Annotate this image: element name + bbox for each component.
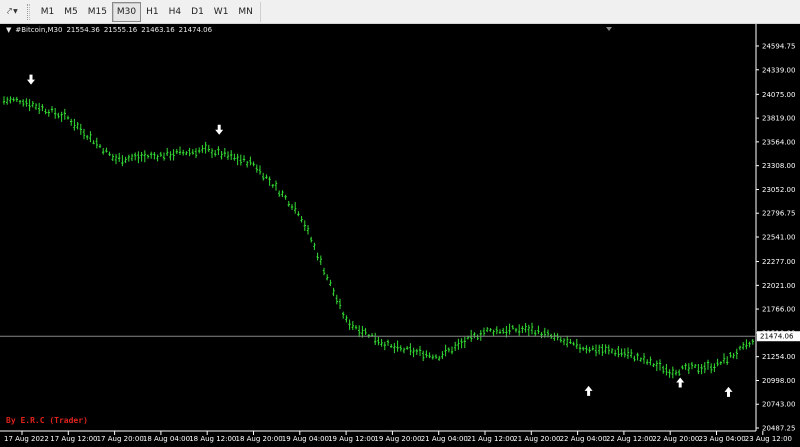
y-tick-label: 24594.75 [762, 43, 795, 51]
buy-arrow-icon [676, 377, 685, 388]
timeframe-button-w1[interactable]: W1 [209, 2, 234, 22]
buy-arrow-icon-shape [676, 377, 685, 388]
timeframe-button-m30[interactable]: M30 [111, 1, 142, 22]
sell-arrow-icon-shape [27, 74, 35, 85]
y-tick-label: 24339.00 [762, 66, 795, 74]
x-tick-label: 17 Aug 20:00 [97, 435, 144, 443]
y-tick-label: 20743.00 [762, 401, 795, 409]
x-tick-label: 21 Aug 04:00 [421, 435, 468, 443]
drawing-tools-button[interactable]: ⤤ ▼ [4, 2, 21, 22]
x-tick-label: 22 Aug 20:00 [652, 435, 699, 443]
chart-symbol: #Bitcoin,M30 [15, 26, 63, 34]
x-tick-label: 18 Aug 20:00 [236, 435, 283, 443]
y-tick-label: 23819.00 [762, 115, 795, 123]
author-watermark: By E.R.C (Trader) [6, 416, 88, 425]
chart-header: ▼ #Bitcoin,M30 21554.36 21555.16 21463.1… [6, 26, 212, 34]
y-tick-label: 22021.00 [762, 282, 795, 290]
buy-arrow-icon [584, 385, 593, 396]
x-tick-label: 22 Aug 04:00 [560, 435, 607, 443]
toolbar-separator [259, 1, 261, 22]
timeframe-button-mn[interactable]: MN [233, 2, 258, 22]
y-tick-label: 22277.00 [762, 258, 795, 266]
x-tick-label: 19 Aug 12:00 [328, 435, 375, 443]
ohlc-low: 21463.16 [141, 26, 175, 34]
chevron-down-icon: ▼ [13, 8, 18, 15]
y-tick-label: 23052.00 [762, 186, 795, 194]
timeframe-button-m15[interactable]: M15 [83, 2, 112, 22]
sell-arrow-icon-shape [215, 124, 224, 135]
sell-arrow-icon [215, 124, 224, 135]
y-tick-label: 23308.00 [762, 162, 795, 170]
buy-arrow-icon [724, 386, 733, 397]
y-tick-label: 20998.00 [762, 377, 795, 385]
x-tick-label: 19 Aug 04:00 [282, 435, 329, 443]
ohlc-close: 21474.06 [178, 26, 213, 34]
y-tick-label: 21766.00 [762, 306, 795, 314]
timeframe-button-m5[interactable]: M5 [59, 2, 83, 22]
timeframe-button-d1[interactable]: D1 [186, 2, 209, 22]
y-tick-label: 20487.25 [762, 425, 795, 433]
x-tick-label: 17 Aug 12:00 [50, 435, 97, 443]
y-tick-label: 23564.00 [762, 138, 795, 146]
toolbar-grip[interactable] [26, 3, 30, 20]
x-tick-label: 18 Aug 12:00 [189, 435, 236, 443]
current-price-label: 21474.06 [760, 333, 794, 341]
x-tick-label: 19 Aug 20:00 [374, 435, 421, 443]
chart-triangle-icon: ▼ [6, 26, 12, 34]
chart-canvas[interactable]: 24594.75 24339.00 24075.00 23819.00 23564.00… [0, 24, 800, 447]
x-tick-label: 21 Aug 12:00 [467, 435, 514, 443]
price-chart[interactable]: 24594.75 24339.00 24075.00 23819.00 23564.00… [0, 24, 800, 447]
buy-arrow-icon-shape [724, 386, 733, 397]
x-tick-label: 17 Aug 2022 [4, 435, 49, 443]
timeframe-button-h4[interactable]: H4 [164, 2, 187, 22]
ohlc-open: 21554.36 [66, 26, 100, 34]
x-tick-label: 21 Aug 20:00 [513, 435, 560, 443]
y-tick-label: 22541.00 [762, 234, 795, 242]
timeframe-button-m1[interactable]: M1 [36, 2, 60, 22]
ohlc-high: 21555.16 [103, 26, 138, 34]
buy-arrow-icon-shape [584, 385, 593, 396]
x-tick-label: 22 Aug 12:00 [606, 435, 653, 443]
timeframe-toolbar: ⤤ ▼ M1 M5 M15 M30 H1 H4 D1 W1 MN [0, 0, 800, 24]
x-tick-label: 18 Aug 04:00 [143, 435, 190, 443]
x-tick-label: 23 Aug 12:00 [745, 435, 792, 443]
y-tick-label: 21254.00 [762, 353, 795, 361]
chart-shift-marker [606, 27, 612, 31]
sell-arrow-icon [27, 74, 35, 85]
x-tick-label: 23 Aug 04:00 [699, 435, 746, 443]
y-tick-label: 24075.00 [762, 91, 795, 99]
timeframe-button-h1[interactable]: H1 [141, 2, 164, 22]
y-tick-label: 22796.75 [762, 210, 795, 218]
timeframe-buttons: M1 M5 M15 M30 H1 H4 D1 W1 MN [36, 1, 258, 22]
drawing-tools-icon: ⤤ [7, 6, 13, 17]
